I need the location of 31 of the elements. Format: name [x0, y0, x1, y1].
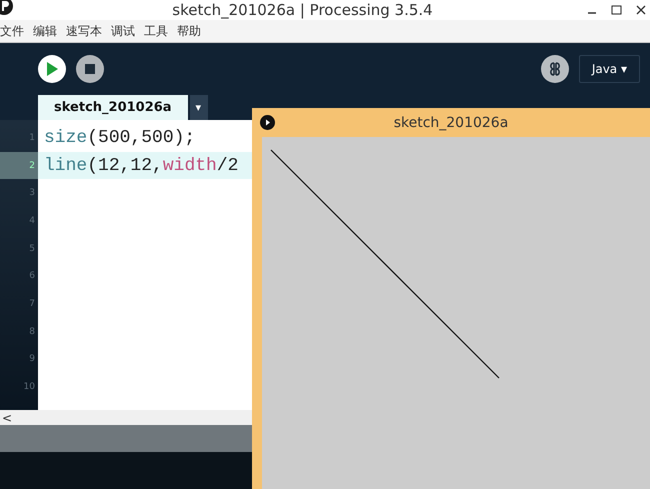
sketch-app-icon [260, 115, 275, 130]
maximize-icon[interactable] [611, 5, 622, 15]
line-number: 8 [28, 326, 36, 339]
sketch-window-title: sketch_201026a [392, 114, 510, 130]
line-number: 9 [28, 353, 36, 366]
menu-item[interactable]: 调试 [111, 22, 135, 40]
line-number: 1 [28, 132, 36, 145]
stop-icon [85, 64, 95, 74]
line-number: 3 [28, 187, 36, 200]
horizontal-scrollbar[interactable]: < [0, 410, 252, 425]
play-icon [46, 62, 58, 76]
debugger-button[interactable] [540, 55, 569, 83]
close-icon[interactable] [636, 5, 646, 15]
tab-menu-button[interactable]: ▾ [190, 95, 208, 120]
line-number: 7 [28, 298, 36, 311]
menu-item[interactable]: 编辑 [33, 22, 57, 40]
code-line: size(500,500); [43, 126, 196, 150]
line-number: 4 [28, 214, 36, 228]
menu-item[interactable]: 速写本 [66, 22, 102, 40]
line-number: 5 [28, 242, 36, 256]
mode-dropdown[interactable]: Java ▾ [578, 55, 640, 83]
menu-item[interactable]: 帮助 [177, 22, 201, 40]
menu-item[interactable]: 文件 [0, 22, 24, 40]
line-number: 6 [28, 270, 36, 284]
run-button[interactable] [38, 55, 66, 83]
line-number: 2 [0, 152, 38, 180]
stop-button[interactable] [76, 55, 104, 83]
menu-item[interactable]: 工具 [144, 22, 168, 40]
window-title: sketch_201026a | Processing 3.5.4 [171, 0, 434, 20]
line-number: 10 [22, 381, 36, 394]
editor-tab[interactable]: sketch_201026a [38, 95, 188, 120]
